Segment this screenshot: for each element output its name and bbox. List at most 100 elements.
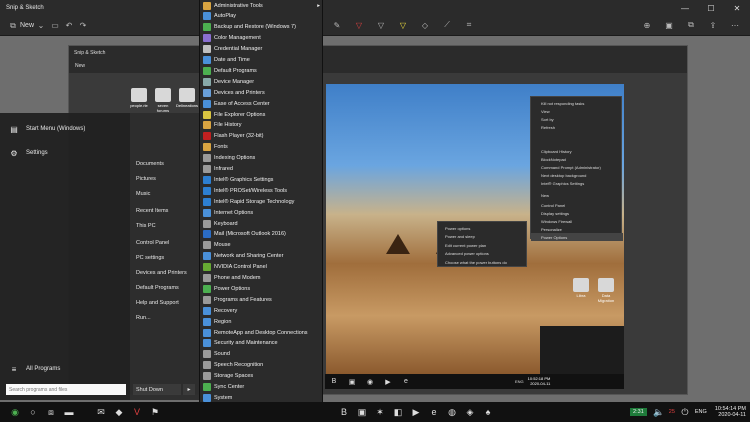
control-panel-item[interactable]: Sound [200, 349, 324, 360]
start-right-item[interactable]: Default Programs [136, 285, 179, 291]
taskbar-app-icon[interactable]: ▶ [379, 373, 397, 391]
control-panel-item[interactable]: Date and Time [200, 55, 324, 66]
control-panel-item[interactable]: Default Programs [200, 65, 324, 76]
taskbar-app-icon[interactable]: ⚑ [146, 403, 164, 421]
shut-down-options-arrow[interactable]: ▸ [183, 384, 195, 395]
save-icon[interactable]: ▣ [662, 18, 676, 32]
submenu-item[interactable]: Power options [438, 224, 528, 232]
more-icon[interactable]: ⋯ [728, 18, 742, 32]
control-panel-item[interactable]: Security and Maintenance [200, 338, 324, 349]
taskbar-app-icon[interactable]: ◍ [443, 403, 461, 421]
control-panel-item[interactable]: Devices and Printers [200, 87, 324, 98]
taskbar-app-icon[interactable]: ◆ [110, 403, 128, 421]
desktop-icon[interactable]: people.rle [128, 88, 150, 114]
control-panel-item[interactable]: Internet Options [200, 207, 324, 218]
language-indicator[interactable]: ENG [695, 409, 707, 415]
control-panel-item[interactable]: Infrared [200, 164, 324, 175]
control-panel-item[interactable]: Keyboard [200, 218, 324, 229]
control-panel-item[interactable]: RemoteApp and Desktop Connections [200, 327, 324, 338]
taskbar-app-icon[interactable]: ✉ [92, 403, 110, 421]
context-menu-item[interactable]: Display settings [531, 209, 623, 217]
eraser-icon[interactable]: ◇ [418, 18, 432, 32]
taskbar-app-icon[interactable]: e [425, 403, 443, 421]
undo-icon[interactable]: ↶ [62, 19, 76, 33]
all-programs-item[interactable]: ≡ All Programs [8, 363, 61, 375]
desktop-icon[interactable]: Libra [570, 278, 592, 304]
taskbar-app-icon[interactable]: ✶ [371, 403, 389, 421]
start-right-item[interactable]: Documents [136, 161, 164, 167]
control-panel-item[interactable]: Speech Recognition [200, 360, 324, 371]
control-panel-item[interactable]: File Explorer Options [200, 109, 324, 120]
control-panel-item[interactable]: Credential Manager [200, 44, 324, 55]
context-menu-item[interactable]: Refresh [531, 123, 623, 131]
shut-down-button[interactable]: Shut Down [133, 384, 181, 395]
context-menu-item[interactable]: Power Options [531, 233, 623, 241]
taskbar-app-icon[interactable]: e [397, 373, 415, 391]
start-right-item[interactable]: Help and Support [136, 300, 179, 306]
vivaldi-icon[interactable]: V [128, 403, 146, 421]
control-panel-item[interactable]: Intel® Rapid Storage Technology [200, 196, 324, 207]
control-panel-item[interactable]: Flash Player (32-bit) [200, 131, 324, 142]
start-right-item[interactable]: PC settings [136, 255, 164, 261]
context-menu-item[interactable]: Command Prompt (Administrator) [531, 163, 623, 171]
highlighter-icon[interactable]: ▽ [396, 18, 410, 32]
control-panel-item[interactable]: Phone and Modem [200, 273, 324, 284]
start-right-item[interactable]: Recent Items [136, 208, 168, 214]
start-right-item[interactable]: Music [136, 191, 150, 197]
control-panel-item[interactable]: Administrative Tools ▸ [200, 0, 324, 11]
context-menu-item[interactable]: New [531, 191, 623, 199]
ruler-icon[interactable]: ⟋ [440, 18, 454, 32]
close-icon[interactable]: ✕ [724, 0, 750, 16]
control-panel-item[interactable]: Backup and Restore (Windows 7) [200, 22, 324, 33]
touch-writing-icon[interactable]: ✎ [330, 18, 344, 32]
submenu-item[interactable]: Choose what the power buttons do [438, 258, 528, 266]
start-right-item[interactable]: Pictures [136, 176, 156, 182]
control-panel-item[interactable]: Mouse [200, 240, 324, 251]
context-menu-item[interactable]: Sort by [531, 115, 623, 123]
context-menu-item[interactable]: Intel® Graphics Settings [531, 179, 623, 187]
start-right-item[interactable]: Control Panel [136, 240, 169, 246]
control-panel-item[interactable]: Indexing Options [200, 153, 324, 164]
control-panel-item[interactable]: Sync Center [200, 382, 324, 393]
control-panel-item[interactable]: Intel® Graphics Settings [200, 174, 324, 185]
new-button[interactable]: ⧉ New ⌄ [6, 18, 48, 34]
share-icon[interactable]: ⇪ [706, 18, 720, 32]
context-menu-item[interactable]: BlockNotepad [531, 155, 623, 163]
control-panel-item[interactable]: Ease of Access Center [200, 98, 324, 109]
pencil-icon[interactable]: ▽ [374, 18, 388, 32]
context-menu-item[interactable]: Next desktop background [531, 171, 623, 179]
chevron-down-icon[interactable]: ⌄ [34, 19, 48, 33]
taskbar-app-icon[interactable]: ▣ [343, 373, 361, 391]
open-file-icon[interactable]: ▭ [48, 19, 62, 33]
search-icon[interactable]: ○ [24, 403, 42, 421]
ballpoint-pen-icon[interactable]: ▽ [352, 18, 366, 32]
desktop-icon[interactable]: seven forums [152, 88, 174, 114]
taskbar-app-icon[interactable]: ◧ [389, 403, 407, 421]
start-menu-windows-item[interactable]: ▤ Start Menu (Windows) [8, 123, 85, 135]
context-menu-item[interactable]: Kill not responding tasks [531, 99, 623, 107]
context-menu-item[interactable]: Control Panel [531, 201, 623, 209]
taskbar-app-icon[interactable]: B [335, 403, 353, 421]
taskbar-app-icon[interactable]: ◈ [461, 403, 479, 421]
power-icon[interactable]: ⏻ [679, 403, 691, 421]
control-panel-item[interactable]: Programs and Features [200, 294, 324, 305]
control-panel-item[interactable]: File History [200, 120, 324, 131]
control-panel-item[interactable]: Network and Sharing Center [200, 251, 324, 262]
start-right-item[interactable]: Devices and Printers [136, 270, 187, 276]
start-right-item[interactable]: This PC [136, 223, 156, 229]
control-panel-item[interactable]: Power Options [200, 283, 324, 294]
context-menu-item[interactable]: Personalize [531, 225, 623, 233]
control-panel-item[interactable]: AutoPlay [200, 11, 324, 22]
minimize-icon[interactable]: — [672, 0, 698, 16]
control-panel-item[interactable]: NVIDIA Control Panel [200, 262, 324, 273]
control-panel-item[interactable]: Storage Spaces [200, 371, 324, 382]
taskbar-app-icon[interactable]: ◉ [361, 373, 379, 391]
taskbar-app-icon[interactable]: B [325, 373, 343, 391]
maximize-icon[interactable]: ☐ [698, 0, 724, 16]
submenu-item[interactable]: Edit current power plan [438, 241, 528, 249]
control-panel-item[interactable]: Recovery [200, 305, 324, 316]
search-input[interactable]: Search programs and files [6, 384, 126, 395]
start-button-icon[interactable]: ◉ [6, 403, 24, 421]
control-panel-item[interactable]: Fonts [200, 142, 324, 153]
taskbar-app-icon[interactable]: ▣ [353, 403, 371, 421]
